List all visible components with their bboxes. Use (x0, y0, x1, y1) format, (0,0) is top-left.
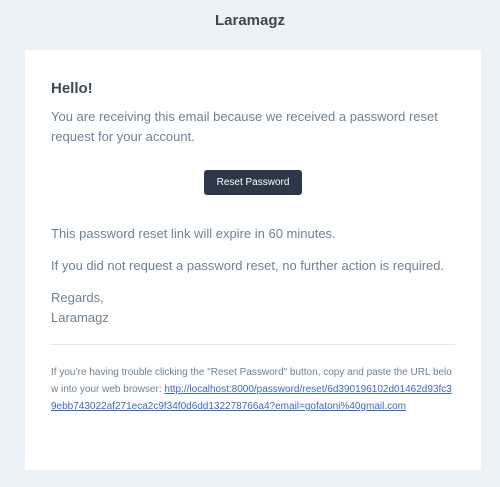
divider (51, 344, 455, 345)
ignore-notice: If you did not request a password reset,… (51, 258, 445, 273)
signature-name: Laramagz (51, 310, 109, 325)
subcopy: If you’re having trouble clicking the "R… (51, 364, 457, 415)
intro-text: You are receiving this email because we … (51, 109, 438, 144)
greeting-heading: Hello! (51, 80, 93, 97)
reset-password-button[interactable]: Reset Password (204, 170, 302, 195)
app-title[interactable]: Laramagz (215, 12, 285, 29)
email-header: Laramagz (0, 0, 500, 42)
button-container: Reset Password (25, 170, 481, 195)
signature-block: Regards, Laramagz (51, 288, 461, 328)
email-card: Hello! You are receiving this email beca… (25, 50, 481, 470)
expire-notice: This password reset link will expire in … (51, 226, 336, 241)
regards-line: Regards, (51, 290, 104, 305)
